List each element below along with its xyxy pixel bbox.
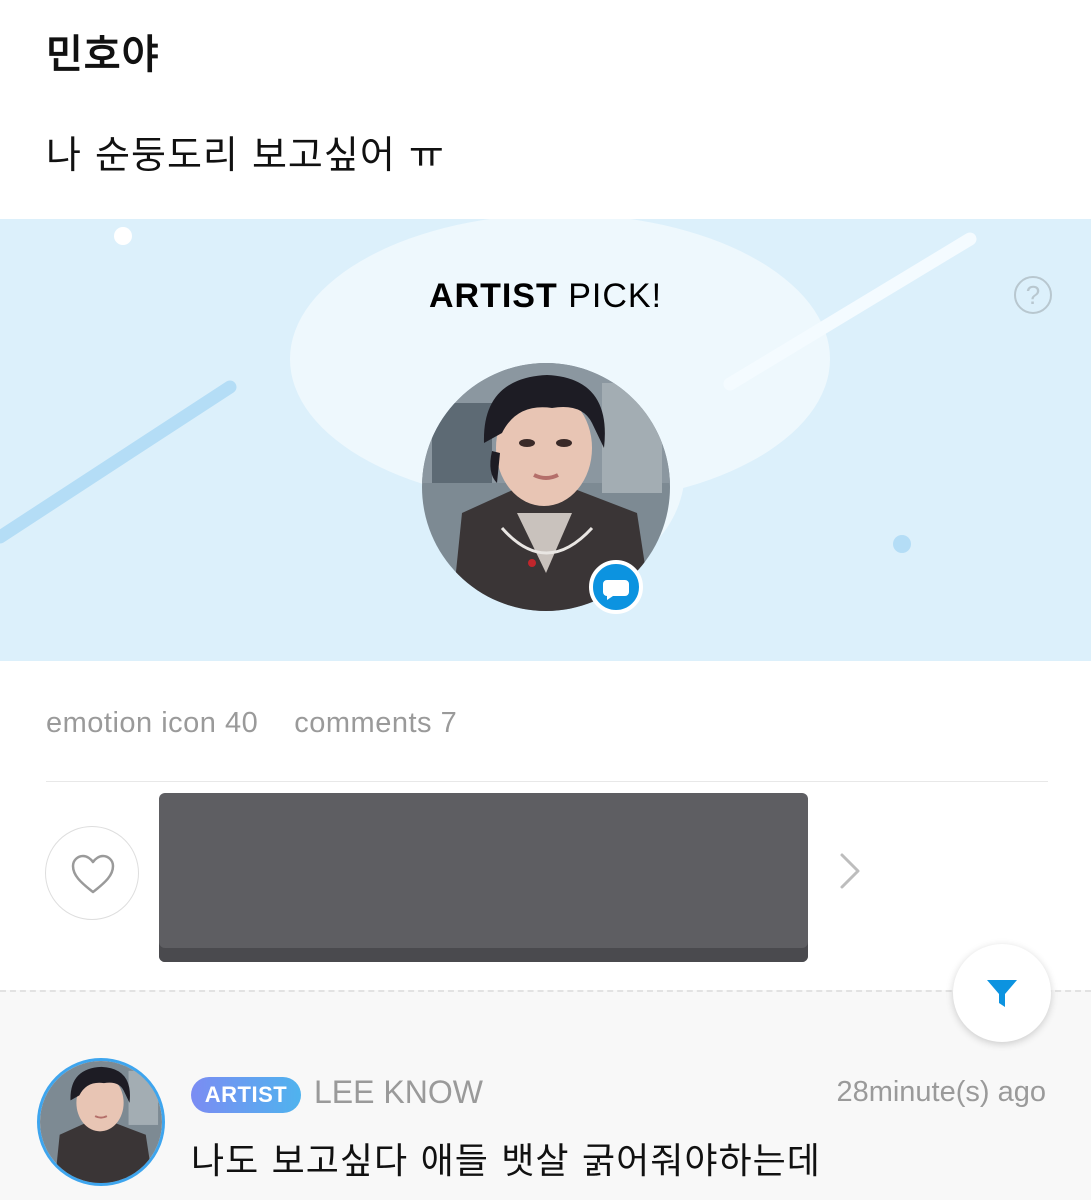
comment-count[interactable]: comments 7 bbox=[294, 707, 457, 739]
artist-badge: ARTIST bbox=[191, 1077, 301, 1113]
artist-pick-title: ARTIST PICK! bbox=[0, 277, 1091, 316]
post-title: 민호야 bbox=[46, 32, 160, 78]
filter-icon bbox=[987, 980, 1017, 1007]
like-button[interactable] bbox=[45, 826, 139, 920]
artist-pick-title-rest: PICK! bbox=[557, 277, 663, 315]
filter-button[interactable] bbox=[953, 944, 1051, 1042]
post-body: 나 순둥도리 보고싶어 ㅠ bbox=[46, 133, 445, 177]
heart-icon bbox=[71, 854, 115, 894]
emotion-count[interactable]: emotion icon 40 bbox=[46, 707, 258, 739]
post-stats: emotion icon 40 comments 7 bbox=[46, 707, 493, 740]
comment-author[interactable]: LEE KNOW bbox=[314, 1074, 483, 1111]
artist-pick-title-bold: ARTIST bbox=[428, 277, 558, 315]
divider bbox=[46, 781, 1048, 782]
artist-pick-banner: ARTIST PICK! ? bbox=[0, 219, 1091, 661]
redacted-content bbox=[159, 793, 808, 962]
chat-bubble-icon bbox=[589, 560, 643, 614]
artist-photo bbox=[40, 1061, 162, 1183]
comment-avatar[interactable] bbox=[37, 1058, 165, 1186]
question-circle-icon[interactable]: ? bbox=[1014, 276, 1052, 314]
comment-timestamp: 28minute(s) ago bbox=[836, 1076, 1046, 1108]
comment-text: 나도 보고싶다 애들 뱃살 굵어줘야하는데 bbox=[191, 1141, 821, 1182]
chevron-right-icon[interactable] bbox=[836, 851, 864, 891]
